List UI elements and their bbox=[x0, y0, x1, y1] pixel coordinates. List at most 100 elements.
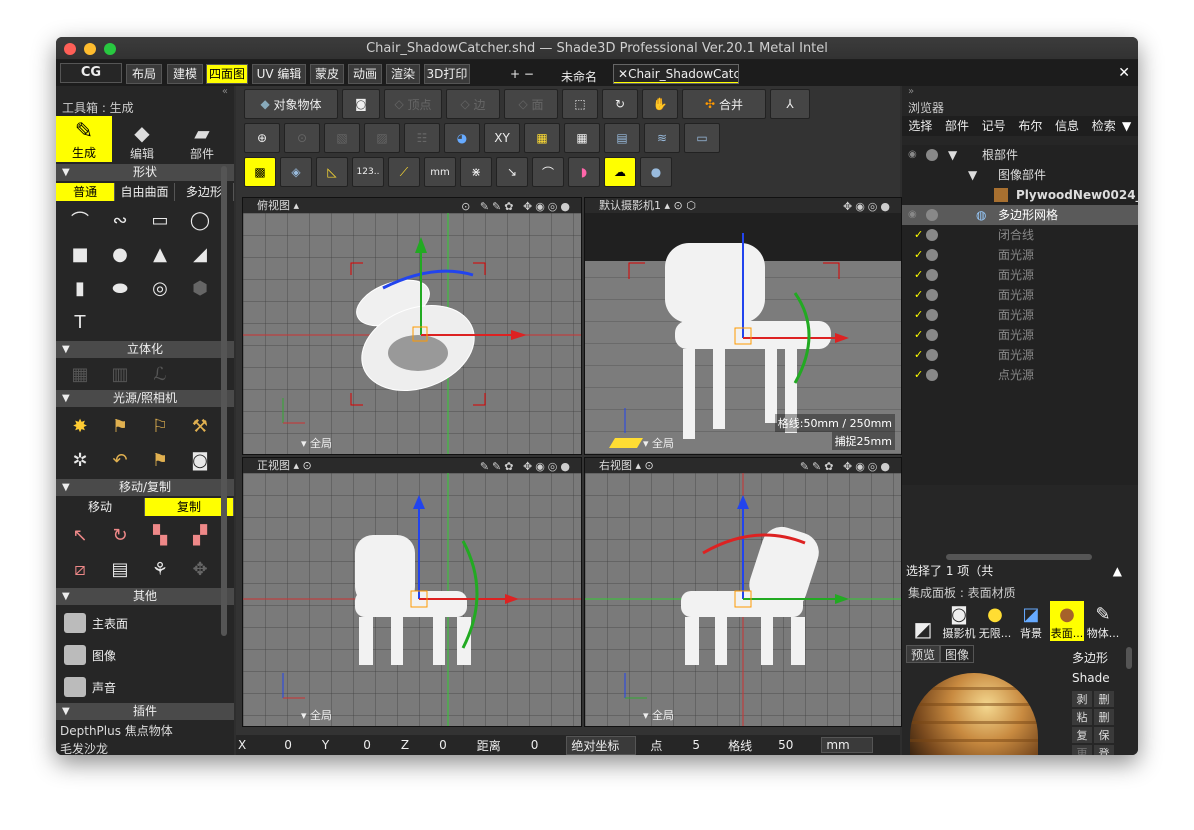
box-icon[interactable]: ■ bbox=[60, 239, 100, 269]
op-button[interactable]: 复 bbox=[1072, 727, 1092, 743]
shear-icon[interactable]: ▞ bbox=[180, 520, 220, 550]
spot-light-icon[interactable]: ⚑ bbox=[100, 411, 140, 441]
unit-button[interactable]: mm bbox=[424, 157, 456, 187]
rotate-icon[interactable]: ↻ bbox=[100, 520, 140, 550]
viewport-front-footer[interactable]: ▾ 全局 bbox=[301, 707, 332, 723]
circle-icon[interactable]: ◯ bbox=[180, 205, 220, 235]
vr-button[interactable]: ▭ bbox=[684, 123, 720, 153]
section-shape[interactable]: ▼ 形状 bbox=[56, 164, 234, 181]
check-icon[interactable]: ✓ bbox=[914, 345, 923, 365]
tree-row[interactable]: ▼ 图像部件 bbox=[902, 165, 1138, 185]
tab-uv-edit[interactable]: UV 编辑 bbox=[252, 64, 306, 84]
op-button[interactable]: 删 bbox=[1094, 709, 1114, 725]
ip-camera-button[interactable]: ◙ 摄影机 bbox=[942, 601, 976, 641]
coord-mode-select[interactable]: 绝对坐标 bbox=[566, 735, 637, 755]
viewport-top[interactable]: 俯视图 ▴ ⊙ ✎✎✿ ✥◉◎● ▾ 全局 bbox=[242, 197, 582, 455]
rectangle-icon[interactable]: ▭ bbox=[140, 205, 180, 235]
distance-value[interactable]: 0 bbox=[531, 738, 539, 752]
directional-light-icon[interactable]: ⚑ bbox=[140, 445, 180, 475]
tree-row[interactable]: ✓ 面光源 bbox=[902, 285, 1138, 305]
tree-row[interactable]: ✓ 面光源 bbox=[902, 305, 1138, 325]
tree-row[interactable]: ✓ 闭合线 bbox=[902, 225, 1138, 245]
viewport-top-footer[interactable]: ▾ 全局 bbox=[301, 435, 332, 451]
tab-modeling[interactable]: 建模 bbox=[167, 64, 203, 84]
untitled-doc-label[interactable]: 未命名 bbox=[561, 68, 597, 85]
point-value[interactable]: 5 bbox=[692, 738, 700, 752]
expand-triangle-icon[interactable]: ▼ bbox=[968, 165, 977, 185]
tab-four-view[interactable]: 四面图 bbox=[206, 64, 248, 84]
ip-surface-button[interactable]: ● 表面... bbox=[1050, 601, 1084, 641]
section-light-camera[interactable]: ▼ 光源/照相机 bbox=[56, 390, 234, 407]
path-light-icon[interactable]: ↶ bbox=[100, 445, 140, 475]
camera-icon[interactable]: ◙ bbox=[180, 445, 220, 475]
globe-button[interactable]: ◕ bbox=[444, 123, 480, 153]
select-rect-button[interactable]: ⬚ bbox=[562, 89, 598, 119]
polygon-icon[interactable]: ⬢ bbox=[180, 273, 220, 303]
check-icon[interactable]: ✓ bbox=[914, 225, 923, 245]
plugin-depthplus[interactable]: DepthPlus 焦点物体 bbox=[56, 722, 234, 740]
tab-select[interactable]: 选择 bbox=[902, 116, 939, 136]
tab-info[interactable]: 信息 bbox=[1049, 116, 1086, 136]
tab-render[interactable]: 渲染 bbox=[386, 64, 420, 84]
refresh-button[interactable]: ↻ bbox=[602, 89, 638, 119]
cone-icon[interactable]: ▲ bbox=[140, 239, 180, 269]
numeric-copy-icon[interactable]: ▤ bbox=[100, 554, 140, 584]
cloud-button[interactable]: ☁ bbox=[604, 157, 636, 187]
sound-item[interactable]: 声音 bbox=[56, 671, 234, 703]
stack-button[interactable]: ≋ bbox=[644, 123, 680, 153]
grid-button[interactable]: ▦ bbox=[564, 123, 600, 153]
ip-infinite-light-button[interactable]: ● 无限... bbox=[978, 601, 1012, 641]
tab-mark[interactable]: 记号 bbox=[975, 116, 1012, 136]
align-button[interactable]: ☷ bbox=[404, 123, 440, 153]
close-doc-icon[interactable]: ✕ bbox=[1118, 65, 1130, 81]
tab-3d-print[interactable]: 3D打印 bbox=[424, 64, 470, 84]
collapse-up-icon[interactable]: ▲ bbox=[1113, 561, 1122, 581]
edge-mode-button[interactable]: ◇ 边 bbox=[446, 89, 500, 119]
area-light-icon[interactable]: ⚐ bbox=[140, 411, 180, 441]
plugin-hair-salon[interactable]: 毛发沙龙 bbox=[56, 740, 234, 755]
revolve-icon[interactable]: ▥ bbox=[100, 359, 140, 389]
browser-menu-icon[interactable]: ▼ bbox=[1122, 116, 1138, 136]
toolbox-scrollbar[interactable] bbox=[221, 166, 227, 636]
grid-value[interactable]: 50 bbox=[778, 738, 793, 752]
calc-button[interactable]: ▤ bbox=[604, 123, 640, 153]
tab-free-surface[interactable]: 自由曲面 bbox=[115, 183, 175, 201]
measure-button[interactable]: ⟋ bbox=[388, 157, 420, 187]
text-shape-icon[interactable]: T bbox=[60, 307, 100, 337]
visibility-dot[interactable] bbox=[926, 269, 938, 281]
check-icon[interactable]: ✓ bbox=[914, 265, 923, 285]
op-button[interactable]: 保 bbox=[1094, 727, 1114, 743]
tree-row[interactable]: ◉ ◍ 多边形网格 bbox=[902, 205, 1138, 225]
tab-preview[interactable]: 预览 bbox=[906, 645, 940, 663]
disc-icon[interactable]: ◢ bbox=[180, 239, 220, 269]
tree-row[interactable]: ✓ 点光源 bbox=[902, 365, 1138, 385]
tab-search[interactable]: 检索 bbox=[1085, 116, 1122, 136]
viewport-front-tools-icon[interactable]: ✎✎✿ ✥◉◎● bbox=[480, 459, 573, 474]
cubes-button[interactable]: ◈ bbox=[280, 157, 312, 187]
visibility-dot[interactable] bbox=[926, 289, 938, 301]
check-icon[interactable]: ✓ bbox=[914, 305, 923, 325]
viewport-camera-footer[interactable]: ▾ 全局 bbox=[643, 435, 674, 451]
tab-boolean[interactable]: 布尔 bbox=[1012, 116, 1049, 136]
loft-icon[interactable]: ℒ bbox=[140, 359, 180, 389]
check-icon[interactable]: ✓ bbox=[914, 365, 923, 385]
op-button[interactable]: 登 bbox=[1094, 745, 1114, 755]
tab-normal[interactable]: 普通 bbox=[56, 183, 116, 201]
part-tool-button[interactable]: ▰ 部件 bbox=[172, 116, 232, 162]
ip-cursor-button[interactable]: ◩ bbox=[906, 601, 940, 641]
target-button[interactable]: ⊕ bbox=[244, 123, 280, 153]
mesh-grid-button[interactable]: ▩ bbox=[244, 157, 276, 187]
doc-tab-chair[interactable]: ✕Chair_ShadowCatch... bbox=[613, 64, 739, 84]
capsule-icon[interactable]: ⬬ bbox=[100, 273, 140, 303]
cylinder-icon[interactable]: ▮ bbox=[60, 273, 100, 303]
vertex-mode-button[interactable]: ◇ 顶点 bbox=[384, 89, 442, 119]
viewport-right[interactable]: 右视图 ▴ ⊙ ✎✎✿ ✥◉◎● ▾ 全局 bbox=[584, 457, 902, 727]
curve-button[interactable]: ⌒ bbox=[532, 157, 564, 187]
ruler-button[interactable]: ◺ bbox=[316, 157, 348, 187]
arrow-button[interactable]: ↘ bbox=[496, 157, 528, 187]
grid4-button[interactable]: ▦ bbox=[524, 123, 560, 153]
torus-icon[interactable]: ◎ bbox=[140, 273, 180, 303]
visibility-dot[interactable] bbox=[926, 309, 938, 321]
infinite-light-icon[interactable]: ✲ bbox=[60, 445, 100, 475]
viewport-right-tools-icon[interactable]: ✎✎✿ ✥◉◎● bbox=[800, 459, 893, 474]
